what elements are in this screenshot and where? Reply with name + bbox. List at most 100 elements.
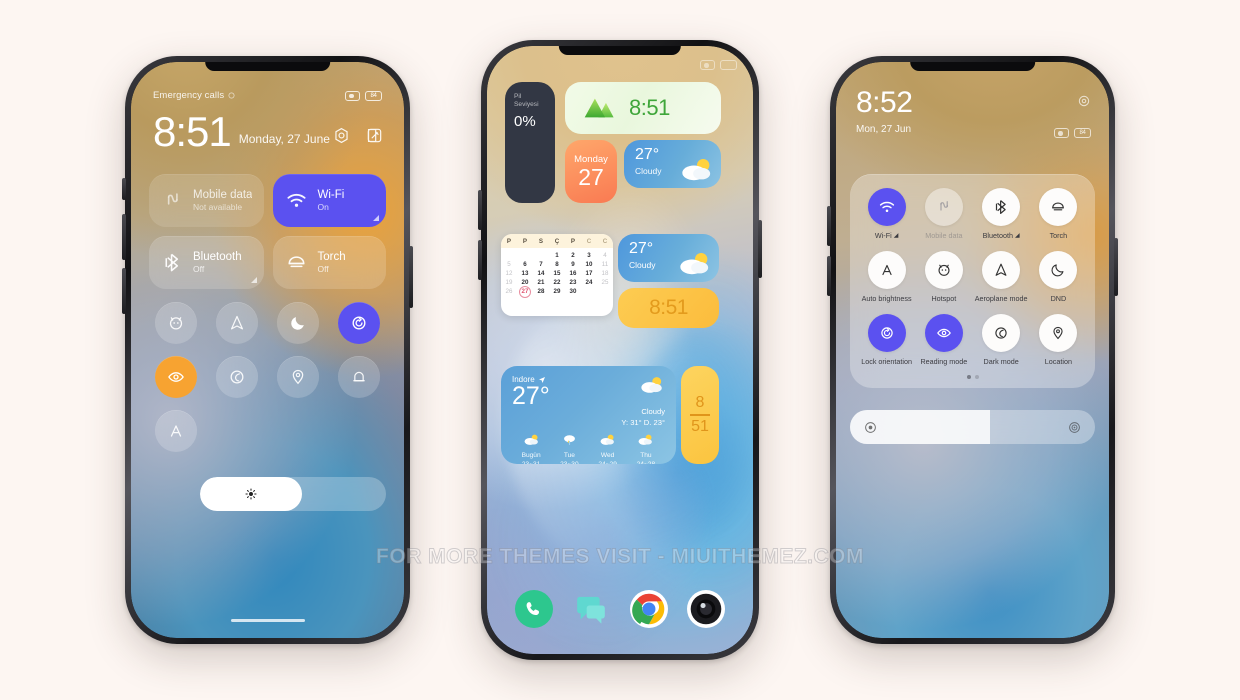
calendar-day[interactable]: 23 (565, 278, 581, 287)
widget-weather-small-2[interactable]: 27° Cloudy (618, 234, 719, 282)
calendar-day[interactable]: 8 (549, 260, 565, 269)
volume-down-button[interactable] (827, 256, 831, 296)
volume-down-button[interactable] (122, 268, 126, 314)
toggle-dark-mode[interactable]: Dark mode (973, 314, 1030, 366)
calendar-day[interactable]: 3 (581, 251, 597, 260)
calendar-day[interactable]: 12 (501, 269, 517, 278)
dock-chrome[interactable] (629, 590, 668, 628)
calendar-day[interactable]: 4 (597, 251, 613, 260)
calendar-day[interactable]: 7 (533, 260, 549, 269)
brightness-high-icon (1069, 421, 1080, 433)
toggle-hotspot[interactable]: Hotspot (915, 251, 972, 303)
expand-arrow-icon[interactable]: ◢ (1015, 232, 1020, 239)
calendar-day[interactable]: 5 (501, 260, 517, 269)
tile-sublabel: Not available (193, 202, 243, 212)
calendar-day[interactable]: 19 (501, 278, 517, 287)
toggle-label: DND (1050, 294, 1067, 303)
toggle-reading-mode[interactable]: Reading mode (915, 314, 972, 366)
torch-icon (289, 256, 305, 268)
volume-down-button[interactable] (478, 240, 482, 280)
widget-weather-large[interactable]: Indore 27° Cloudy Y: 31° D. 23° Bugün Tu… (501, 366, 676, 464)
toggle-aeroplane-mode[interactable]: Aeroplane mode (973, 251, 1030, 303)
gear-icon[interactable] (1077, 94, 1091, 108)
toggle-mobile-data[interactable]: Mobile data (915, 188, 972, 240)
calendar-day[interactable]: 6 (517, 260, 533, 269)
toggle-label: Reading mode (920, 357, 968, 366)
volume-up-button[interactable] (827, 206, 831, 246)
widget-mountain-clock[interactable]: 8:51 (565, 82, 721, 134)
tile-mobile-data[interactable]: Mobile data Not available (149, 174, 265, 227)
calendar-day[interactable]: 9 (565, 260, 581, 269)
calendar-day[interactable]: 29 (549, 287, 565, 296)
calendar-day[interactable]: 17 (581, 269, 597, 278)
widget-day[interactable]: Monday 27 (565, 140, 617, 203)
volume-up-button[interactable] (478, 190, 482, 230)
calendar-day[interactable]: 16 (565, 269, 581, 278)
calendar-day[interactable]: 22 (549, 278, 565, 287)
circle-location[interactable] (277, 356, 320, 398)
toggle-auto-brightness[interactable]: Auto brightness (858, 251, 915, 303)
circle-reading-mode[interactable] (154, 356, 197, 398)
widget-calendar[interactable]: P P S Ç P C C 1 2 3 4 5 6 7 8 9 10 11 12 13 14 15 16 17 1… (501, 234, 613, 316)
circle-lock-orientation[interactable] (338, 302, 381, 344)
circle-hotspot[interactable] (154, 302, 197, 344)
tile-expand-corner[interactable] (251, 277, 258, 283)
toggle-wifi[interactable]: Wi-Fi ◢ (858, 188, 915, 240)
circle-dark-mode[interactable] (215, 356, 258, 398)
toggle-bluetooth[interactable]: Bluetooth ◢ (973, 188, 1030, 240)
bell-icon (353, 371, 366, 382)
calendar-day[interactable]: 1 (549, 251, 565, 260)
circle-silent[interactable] (338, 356, 381, 398)
expand-arrow-icon[interactable]: ◢ (894, 232, 899, 239)
power-button[interactable] (758, 220, 762, 278)
tile-torch[interactable]: Torch Off (273, 236, 386, 289)
widget-weather-small[interactable]: 27° Cloudy (624, 140, 721, 188)
calendar-day[interactable]: 24 (581, 278, 597, 287)
circle-aeroplane-mode[interactable] (215, 302, 258, 344)
toggle-torch[interactable]: Torch (1030, 188, 1087, 240)
lock-date: Monday, 27 June (238, 131, 330, 146)
toggle-lock-orientation[interactable]: Lock orientation (858, 314, 915, 366)
calendar-day[interactable]: 21 (533, 278, 549, 287)
home-indicator[interactable] (230, 618, 305, 622)
calendar-day[interactable]: 15 (549, 269, 565, 278)
page-dot[interactable] (974, 375, 979, 379)
brightness-slider[interactable] (200, 477, 386, 511)
gear-icon[interactable] (332, 126, 351, 145)
widget-yellow-clock[interactable]: 8:51 (618, 288, 719, 328)
page-dot-active[interactable] (966, 375, 971, 379)
calendar-day[interactable]: 27 (517, 287, 533, 296)
power-button[interactable] (1114, 238, 1118, 296)
power-button[interactable] (409, 246, 413, 308)
calendar-day[interactable]: 28 (533, 287, 549, 296)
tile-bluetooth[interactable]: Bluetooth Off (149, 236, 265, 289)
calendar-day[interactable]: 26 (501, 287, 517, 296)
tile-wifi[interactable]: Wi-Fi On (273, 174, 386, 227)
calendar-day[interactable]: 11 (597, 260, 613, 269)
circle-auto-brightness[interactable] (154, 410, 197, 452)
dock-phone[interactable] (514, 590, 553, 628)
calendar-day[interactable]: 14 (533, 269, 549, 278)
calendar-day[interactable]: 25 (597, 278, 613, 287)
dock-messages[interactable] (572, 590, 610, 628)
calendar-day[interactable]: 30 (565, 287, 581, 296)
calendar-day[interactable]: 10 (581, 260, 597, 269)
calendar-day[interactable]: 13 (517, 269, 533, 278)
mobile-data-icon (167, 193, 178, 205)
calendar-day[interactable]: 18 (597, 269, 613, 278)
dock-camera[interactable] (687, 590, 726, 628)
forecast-range: 24~28 (627, 461, 665, 464)
mute-button[interactable] (122, 178, 126, 200)
calendar-day[interactable]: 2 (565, 251, 581, 260)
circle-dnd[interactable] (277, 302, 320, 344)
toggle-dnd[interactable]: DND (1030, 251, 1087, 303)
brightness-slider[interactable] (850, 410, 1095, 444)
volume-up-button[interactable] (122, 214, 126, 260)
pencil-square-icon[interactable] (365, 126, 384, 145)
toggle-location[interactable]: Location (1030, 314, 1087, 366)
widget-battery-level[interactable]: Pil Seviyesi 0% (505, 82, 555, 203)
widget-vertical-clock[interactable]: 8 51 (681, 366, 719, 464)
tile-expand-corner[interactable] (373, 215, 379, 221)
page-indicator[interactable] (858, 375, 1087, 379)
cal-hdr: Ç (554, 238, 560, 245)
